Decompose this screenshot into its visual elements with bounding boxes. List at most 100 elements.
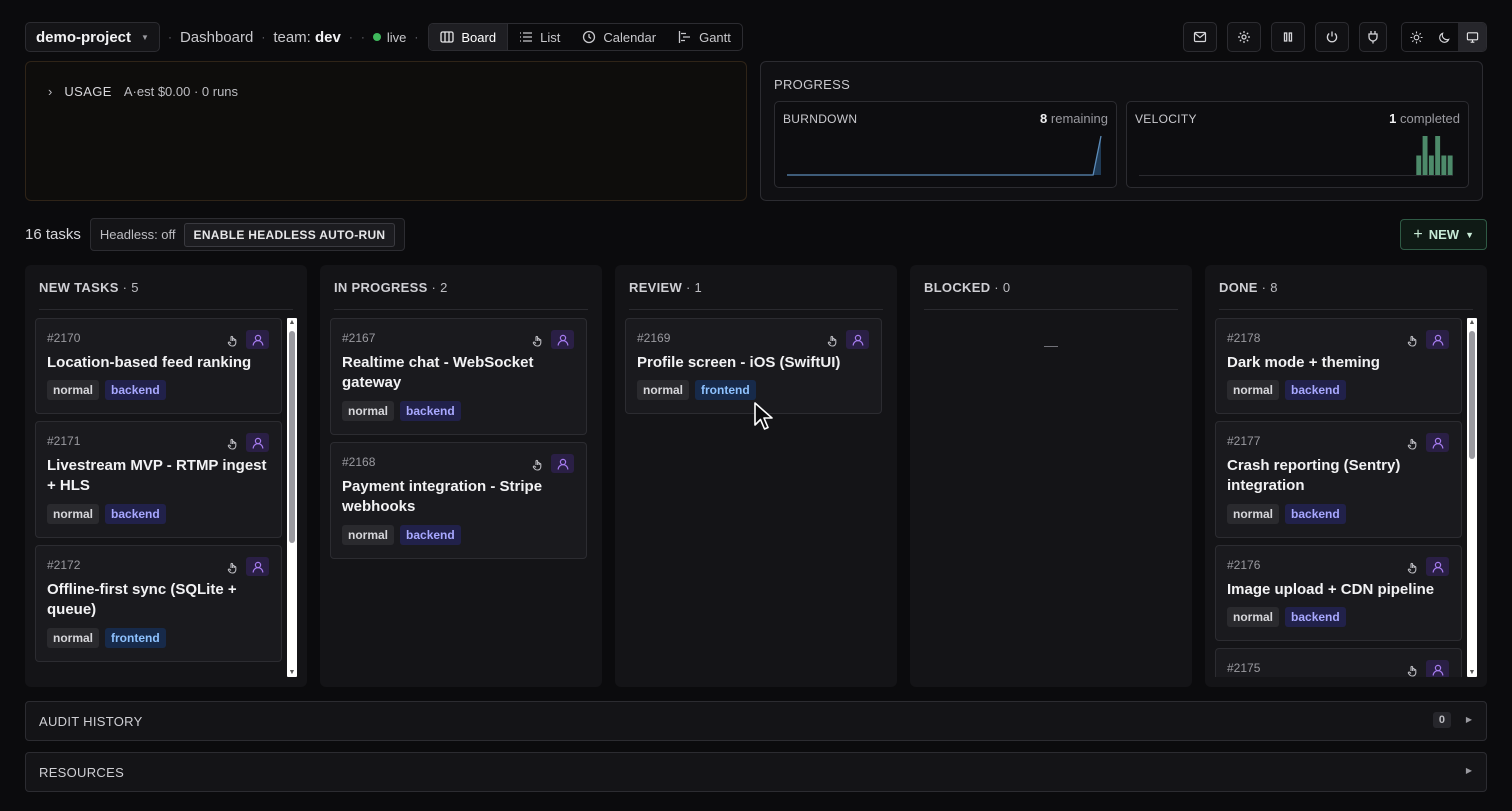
- theme-system-button[interactable]: [1458, 23, 1486, 51]
- task-card[interactable]: #2177 Crash reporting (Sentry) integratio…: [1215, 421, 1462, 538]
- theme-light-button[interactable]: [1402, 23, 1430, 51]
- assignee-avatar[interactable]: [551, 454, 574, 473]
- task-card[interactable]: #2172 Offline-first sync (SQLite + queue)…: [35, 545, 282, 662]
- scroll-down-icon[interactable]: ▼: [287, 669, 297, 676]
- scrollbar-thumb[interactable]: [1469, 331, 1475, 459]
- task-card[interactable]: #2175: [1215, 648, 1462, 677]
- claim-hand-icon[interactable]: [1407, 335, 1419, 347]
- column-review: REVIEW · 1 #2169 Profile screen - iOS (Swi…: [615, 265, 897, 687]
- separator: ·: [682, 280, 695, 295]
- assignee-avatar[interactable]: [846, 330, 869, 349]
- task-title: Crash reporting (Sentry) integration: [1227, 457, 1401, 494]
- area-tag: backend: [1285, 504, 1346, 524]
- area-tag: frontend: [695, 380, 756, 400]
- list-icon: [520, 32, 533, 42]
- column-title: NEW TASKS: [39, 280, 119, 295]
- theme-dark-button[interactable]: [1430, 23, 1458, 51]
- area-tag: backend: [400, 525, 461, 545]
- task-id: #2175: [1227, 661, 1261, 675]
- scrollbar-thumb[interactable]: [289, 331, 295, 543]
- task-card[interactable]: #2171 Livestream MVP - RTMP ingest + HLS n…: [35, 421, 282, 538]
- scroll-down-icon[interactable]: ▼: [1467, 669, 1477, 676]
- view-calendar-button[interactable]: Calendar: [571, 24, 667, 50]
- claim-hand-icon[interactable]: [827, 335, 839, 347]
- headless-status: Headless: off: [99, 227, 176, 242]
- view-gantt-label: Gantt: [699, 29, 731, 45]
- task-id: #2176: [1227, 558, 1261, 572]
- claim-hand-icon[interactable]: [532, 335, 544, 347]
- claim-hand-icon[interactable]: [227, 562, 239, 574]
- velocity-bar: [1435, 136, 1441, 175]
- column-count: 1: [694, 280, 703, 295]
- view-board-button[interactable]: Board: [429, 24, 509, 50]
- usage-label: USAGE: [64, 84, 112, 99]
- pause-button[interactable]: [1271, 22, 1305, 52]
- velocity-bar: [1416, 155, 1422, 175]
- claim-hand-icon[interactable]: [227, 335, 239, 347]
- task-title: Image upload + CDN pipeline: [1227, 581, 1435, 598]
- claim-hand-icon[interactable]: [227, 438, 239, 450]
- assignee-avatar[interactable]: [246, 330, 269, 349]
- card-list: #2170 Location-based feed ranking normal ba…: [35, 318, 283, 677]
- enable-headless-button[interactable]: ENABLE HEADLESS AUTO-RUN: [183, 222, 396, 247]
- priority-tag: normal: [342, 401, 395, 421]
- task-tags: normal backend: [342, 525, 461, 545]
- view-list-button[interactable]: List: [508, 24, 571, 50]
- view-gantt-button[interactable]: Gantt: [667, 24, 742, 50]
- column-scrollbar[interactable]: ▲ ▼: [287, 318, 297, 677]
- assignee-avatar[interactable]: [1426, 660, 1449, 677]
- task-id: #2170: [47, 331, 81, 345]
- assignee-avatar[interactable]: [1426, 433, 1449, 452]
- user-icon: [252, 437, 263, 449]
- team-label: team:: [273, 28, 311, 46]
- usage-toggle[interactable]: › USAGE A·est $0.00 · 0 runs: [48, 84, 238, 99]
- user-icon: [557, 458, 568, 470]
- velocity-bar: [1447, 155, 1453, 175]
- project-selector[interactable]: demo-project ▼: [25, 22, 160, 52]
- usage-value: A·est $0.00 · 0 runs: [123, 84, 239, 99]
- task-card[interactable]: #2170 Location-based feed ranking normal ba…: [35, 318, 282, 414]
- scroll-up-icon[interactable]: ▲: [1467, 319, 1477, 326]
- inbox-button[interactable]: [1183, 22, 1217, 52]
- priority-tag: normal: [1227, 380, 1280, 400]
- assignee-avatar[interactable]: [246, 433, 269, 452]
- team-value: dev: [315, 28, 341, 46]
- assignee-avatar[interactable]: [551, 330, 574, 349]
- breadcrumb-dashboard[interactable]: Dashboard: [180, 29, 253, 46]
- task-id: #2171: [47, 434, 81, 448]
- assignee-avatar[interactable]: [1426, 557, 1449, 576]
- task-card[interactable]: #2168 Payment integration - Stripe webhoo…: [330, 442, 587, 559]
- column-scrollbar[interactable]: ▲ ▼: [1467, 318, 1477, 677]
- new-task-button[interactable]: + NEW ▼: [1400, 219, 1487, 250]
- claim-hand-icon[interactable]: [1407, 562, 1419, 574]
- separator: ·: [427, 280, 441, 295]
- task-card[interactable]: #2167 Realtime chat - WebSocket gateway no…: [330, 318, 587, 435]
- settings-button[interactable]: [1227, 22, 1261, 52]
- scroll-up-icon[interactable]: ▲: [287, 319, 297, 326]
- expand-icon: ▶: [1465, 766, 1472, 775]
- velocity-title: VELOCITY: [1135, 112, 1197, 126]
- sun-icon: [1409, 30, 1423, 44]
- task-title: Realtime chat - WebSocket gateway: [342, 354, 534, 391]
- view-list-label: List: [540, 29, 561, 45]
- task-card[interactable]: #2169 Profile screen - iOS (SwiftUI) norma…: [625, 318, 882, 414]
- assignee-avatar[interactable]: [246, 557, 269, 576]
- priority-tag: normal: [1227, 607, 1280, 627]
- task-id: #2168: [342, 455, 376, 469]
- audit-history-panel[interactable]: AUDIT HISTORY 0 ▶: [25, 701, 1487, 741]
- claim-hand-icon[interactable]: [1407, 665, 1419, 677]
- audit-history-title: AUDIT HISTORY: [39, 714, 143, 729]
- task-card[interactable]: #2176 Image upload + CDN pipeline normal ba…: [1215, 545, 1462, 641]
- power-button[interactable]: [1315, 22, 1349, 52]
- assignee-avatar[interactable]: [1426, 330, 1449, 349]
- claim-hand-icon[interactable]: [1407, 438, 1419, 450]
- claim-hand-icon[interactable]: [532, 459, 544, 471]
- chevron-right-icon: ›: [48, 84, 53, 99]
- task-card[interactable]: #2178 Dark mode + theming normal backend: [1215, 318, 1462, 414]
- task-title: Livestream MVP - RTMP ingest + HLS: [47, 457, 267, 494]
- task-tags: normal backend: [342, 401, 461, 421]
- connect-button[interactable]: [1359, 22, 1387, 52]
- resources-panel[interactable]: RESOURCES ▶: [25, 752, 1487, 792]
- task-tags: normal backend: [47, 380, 166, 400]
- task-tags: normal frontend: [47, 628, 166, 648]
